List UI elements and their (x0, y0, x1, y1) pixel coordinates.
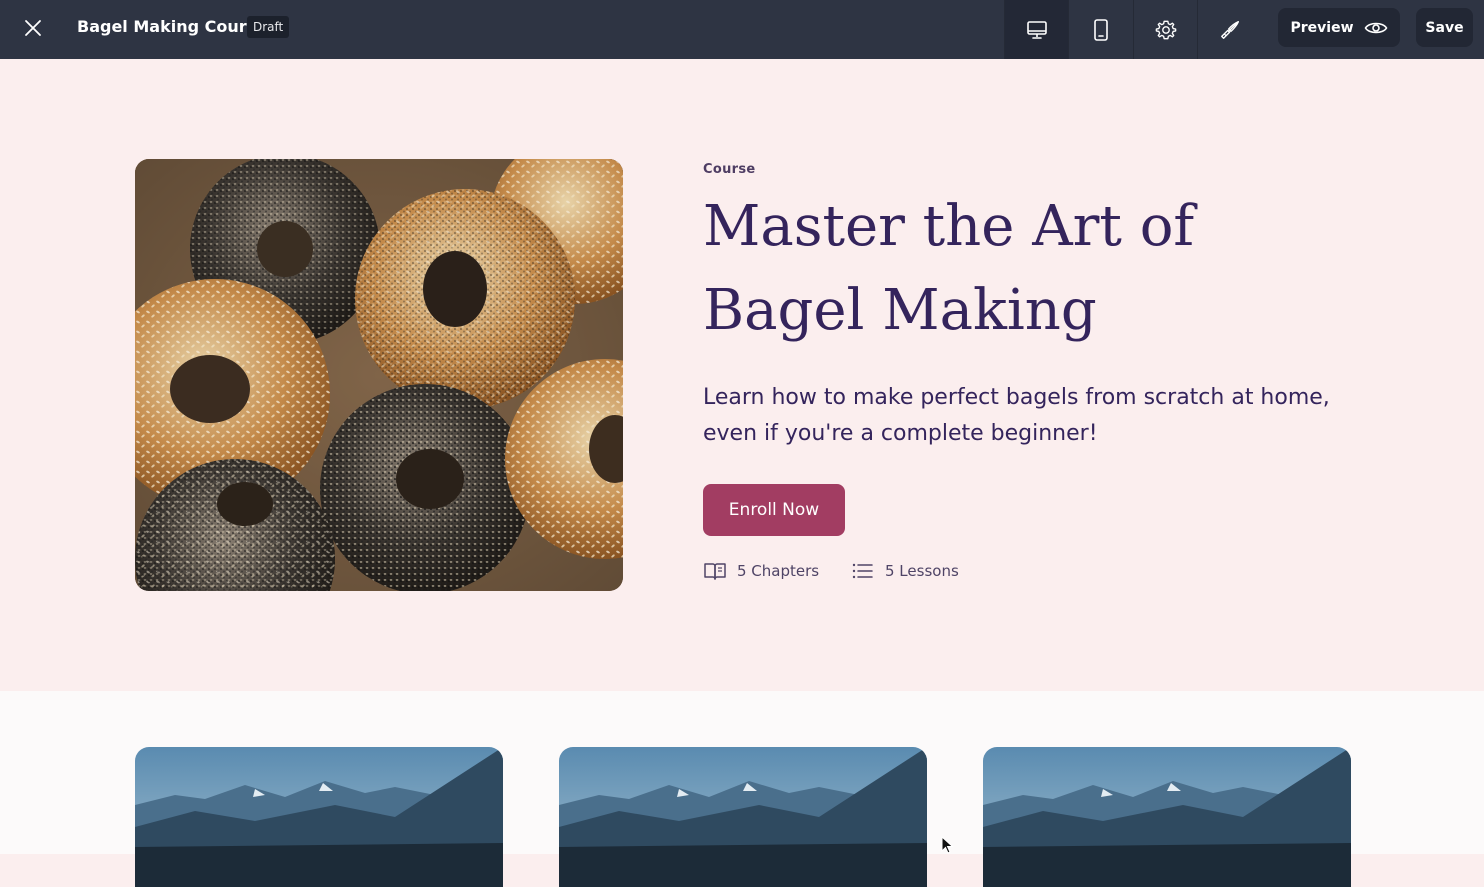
status-badge: Draft (247, 16, 290, 38)
paintbrush-icon (1220, 20, 1239, 39)
bagels-image (135, 159, 623, 591)
chapter-card[interactable] (983, 747, 1351, 887)
editor-toolbar: Bagel Making Course Draft Preview Save (0, 0, 1484, 59)
gear-icon (1155, 20, 1176, 39)
preview-button[interactable]: Preview (1278, 8, 1400, 47)
lessons-count: 5 Lessons (851, 561, 959, 581)
chapters-label: 5 Chapters (737, 562, 820, 580)
course-hero: Course Master the Art of Bagel Making Le… (0, 59, 1484, 691)
mountain-lake-image (983, 747, 1351, 887)
chapter-card[interactable] (559, 747, 927, 887)
chapter-cards-section (0, 691, 1484, 887)
eye-icon (1364, 22, 1387, 33)
close-icon (25, 20, 41, 36)
mountain-lake-image (135, 747, 503, 887)
mobile-icon (1093, 18, 1108, 41)
lessons-label: 5 Lessons (885, 562, 959, 580)
preview-label: Preview (1290, 19, 1354, 36)
mountain-lake-image (559, 747, 927, 887)
chapters-count: 5 Chapters (703, 561, 819, 581)
course-eyebrow: Course (703, 162, 756, 177)
mobile-view-button[interactable] (1068, 0, 1132, 59)
hero-title: Master the Art of Bagel Making (703, 194, 1195, 343)
desktop-icon (1026, 20, 1047, 39)
course-title: Bagel Making Course (77, 17, 267, 36)
desktop-view-button[interactable] (1004, 0, 1068, 59)
mouse-cursor-icon (941, 836, 954, 854)
chapter-card[interactable] (135, 747, 503, 887)
enroll-button[interactable]: Enroll Now (703, 484, 845, 536)
book-icon (704, 563, 726, 580)
theme-button[interactable] (1197, 0, 1261, 59)
hero-description: Learn how to make perfect bagels from sc… (703, 385, 1330, 446)
close-button[interactable] (16, 11, 50, 45)
settings-button[interactable] (1133, 0, 1197, 59)
list-icon (852, 563, 873, 579)
save-button[interactable]: Save (1416, 8, 1473, 47)
